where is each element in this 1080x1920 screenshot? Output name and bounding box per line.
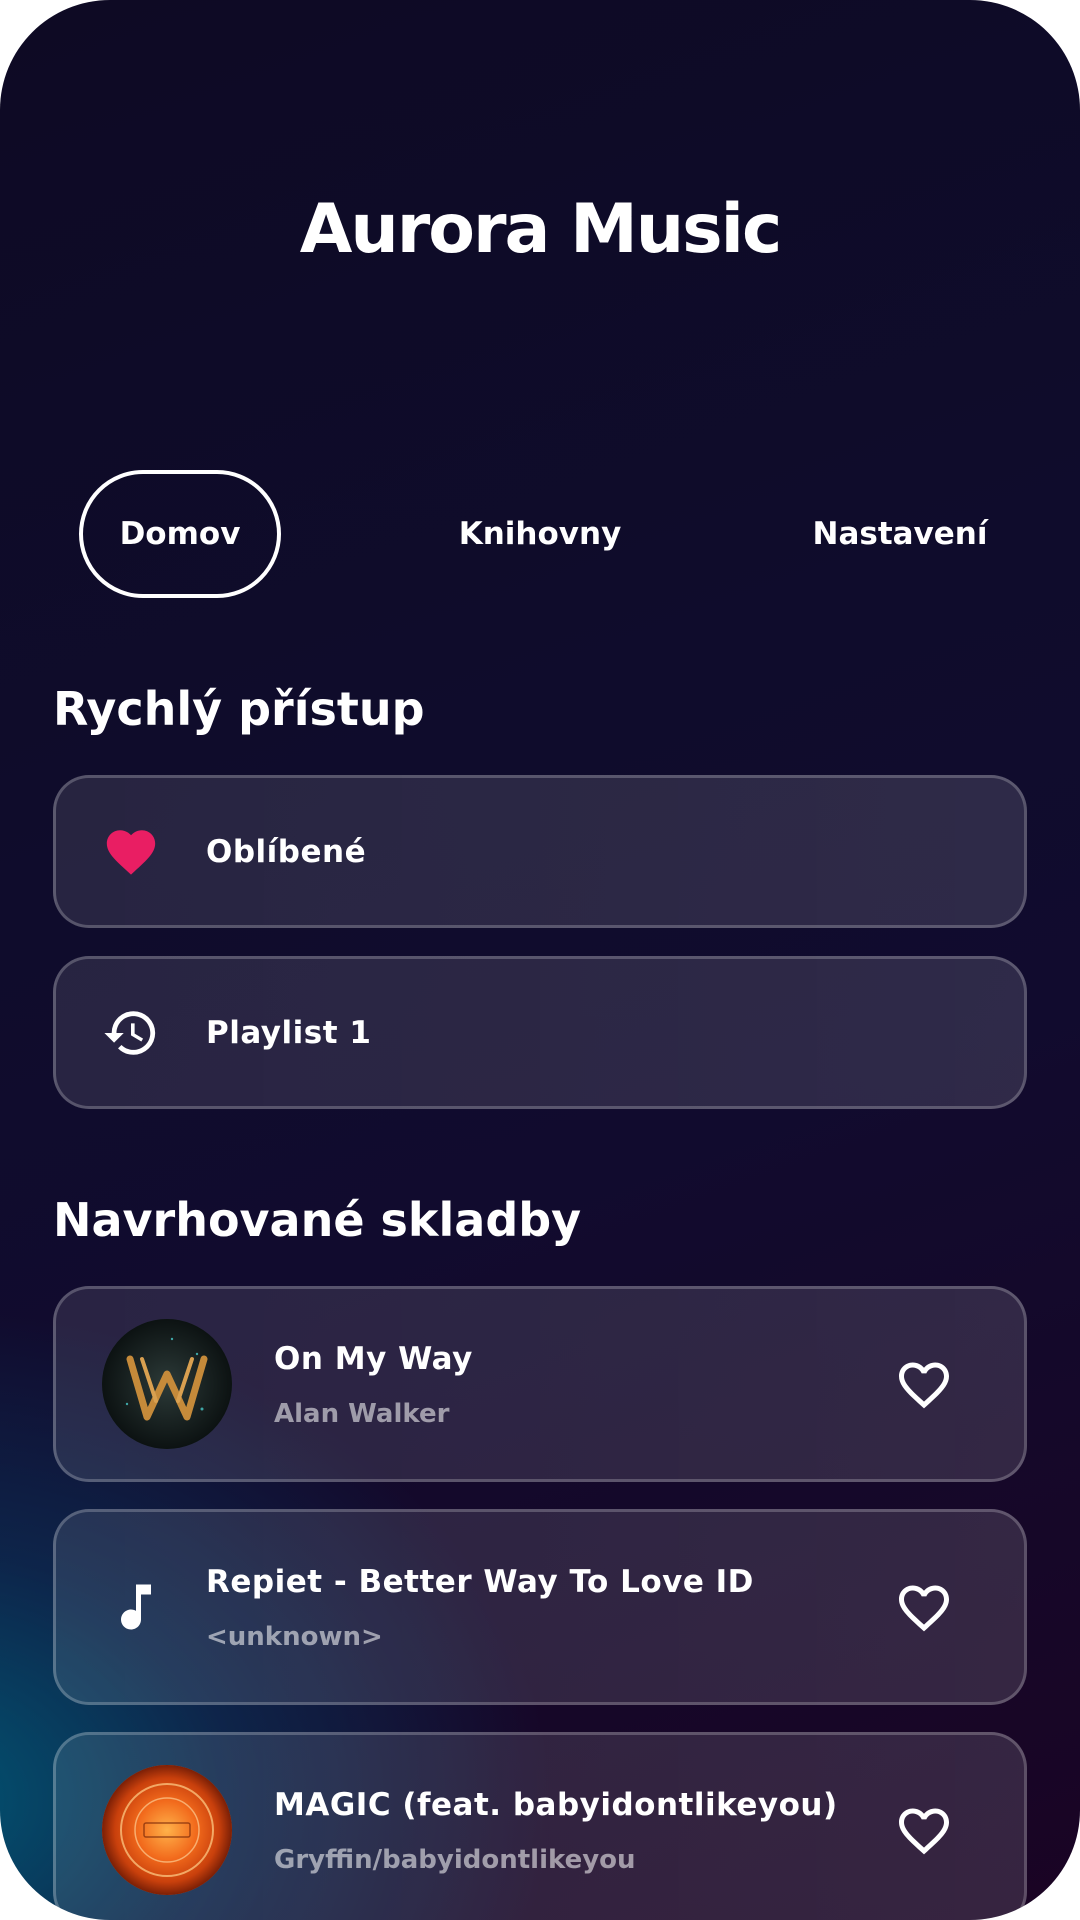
app-screen: Aurora Music Domov Knihovny Nastavení Ry… (0, 0, 1080, 1920)
song-title: Repiet - Better Way To Love ID (206, 1564, 754, 1600)
album-art (102, 1319, 232, 1449)
favorite-button[interactable] (894, 1578, 954, 1638)
quick-access-label: Oblíbené (206, 833, 367, 870)
heart-outline-icon (899, 1585, 949, 1632)
song-item[interactable]: MAGIC (feat. babyidontlikeyou) Gryffin/b… (53, 1732, 1027, 1920)
heart-icon (102, 823, 160, 881)
music-note-icon (106, 1577, 166, 1637)
quick-access-label: Playlist 1 (206, 1014, 372, 1051)
app-title: Aurora Music (299, 190, 783, 269)
song-item[interactable]: On My Way Alan Walker (53, 1286, 1027, 1482)
song-artist: <unknown> (206, 1622, 383, 1652)
quick-access-favorites[interactable]: Oblíbené (53, 775, 1027, 928)
song-artist: Alan Walker (274, 1399, 450, 1429)
album-art (102, 1765, 232, 1895)
quick-access-heading: Rychlý přístup (53, 682, 425, 736)
suggested-heading: Navrhované skladby (53, 1193, 582, 1247)
favorite-button[interactable] (894, 1801, 954, 1861)
tab-knihovny[interactable]: Knihovny (430, 470, 650, 598)
quick-access-playlist[interactable]: Playlist 1 (53, 956, 1027, 1109)
heart-outline-icon (899, 1362, 949, 1409)
song-title: MAGIC (feat. babyidontlikeyou) (274, 1787, 838, 1823)
tab-nastaveni[interactable]: Nastavení (800, 470, 1000, 598)
song-item[interactable]: Repiet - Better Way To Love ID <unknown> (53, 1509, 1027, 1705)
history-icon (102, 1004, 160, 1062)
heart-outline-icon (899, 1808, 949, 1855)
tab-domov[interactable]: Domov (79, 470, 281, 598)
song-title: On My Way (274, 1341, 473, 1377)
song-artist: Gryffin/babyidontlikeyou (274, 1845, 636, 1875)
favorite-button[interactable] (894, 1355, 954, 1415)
